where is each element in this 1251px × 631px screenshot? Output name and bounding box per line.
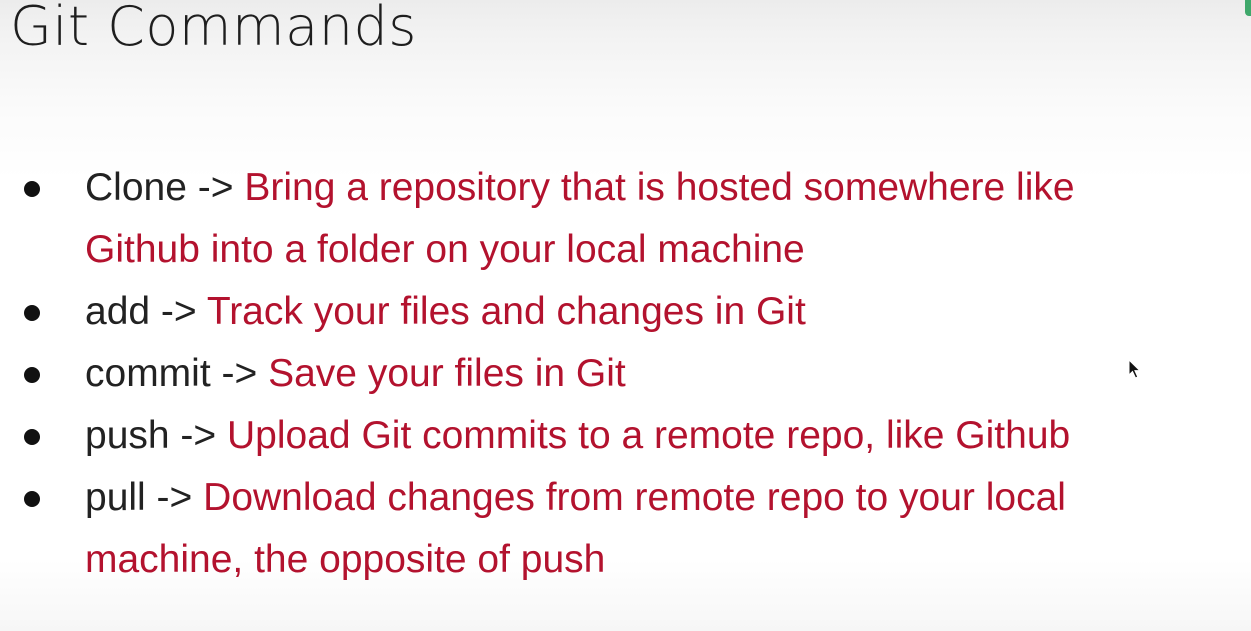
bullet-dot-icon (24, 429, 40, 445)
command-name: add (85, 290, 161, 333)
command-arrow: -> (156, 476, 204, 519)
command-name: Clone (85, 166, 198, 209)
command-description-line: Save your files in Git (268, 352, 626, 395)
corner-marker (1245, 0, 1251, 16)
command-description-line: Github into a folder on your local machi… (85, 228, 805, 271)
command-item-pull: pull -> Download changes from remote rep… (24, 467, 1239, 529)
slide: Git Commands Clone -> Bring a repository… (0, 0, 1251, 631)
command-description-line: Upload Git commits to a remote repo, lik… (227, 414, 1071, 457)
command-list: Clone -> Bring a repository that is host… (24, 157, 1239, 591)
command-arrow: -> (197, 166, 245, 209)
command-item-commit: commit -> Save your files in Git (24, 343, 1239, 405)
command-item-pull-continuation: machine, the opposite of push (24, 529, 1239, 591)
slide-title: Git Commands (10, 0, 417, 58)
command-arrow: -> (180, 414, 228, 457)
command-arrow: -> (160, 290, 207, 333)
command-description-line: Bring a repository that is hosted somewh… (244, 166, 1075, 209)
command-item-clone: Clone -> Bring a repository that is host… (24, 157, 1239, 219)
command-name: pull (85, 476, 157, 519)
command-arrow: -> (221, 352, 269, 395)
command-description-line: Track your files and changes in Git (206, 290, 806, 333)
command-item-clone-continuation: Github into a folder on your local machi… (24, 219, 1239, 281)
bullet-dot-icon (24, 181, 40, 197)
command-item-push: push -> Upload Git commits to a remote r… (24, 405, 1239, 467)
mouse-pointer-icon (1128, 359, 1142, 379)
command-description-line: Download changes from remote repo to you… (203, 476, 1066, 519)
command-name: commit (85, 352, 222, 395)
bullet-dot-icon (24, 491, 40, 507)
bullet-dot-icon (24, 367, 40, 383)
bullet-dot-icon (24, 305, 40, 321)
command-item-add: add -> Track your files and changes in G… (24, 281, 1239, 343)
command-name: push (85, 414, 181, 457)
command-description-line: machine, the opposite of push (85, 538, 606, 581)
